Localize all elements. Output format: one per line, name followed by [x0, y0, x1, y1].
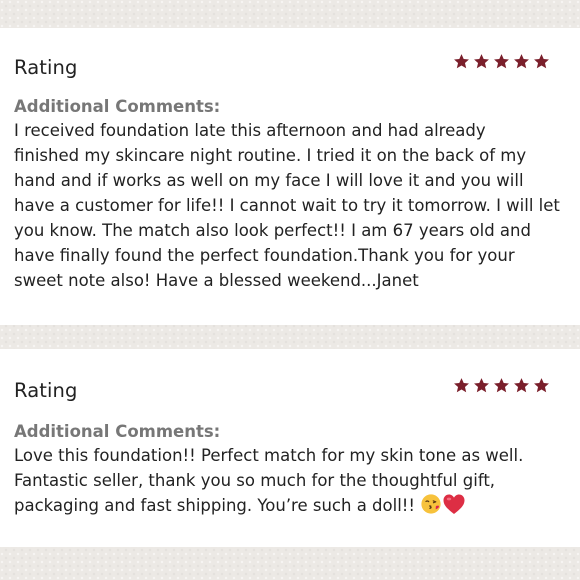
star-icon: [494, 54, 509, 69]
star-rating: [453, 53, 550, 70]
star-icon: [534, 378, 549, 393]
review-header: Rating: [14, 349, 566, 402]
star-icon: [474, 54, 489, 69]
review-header: Rating: [14, 28, 566, 79]
comments-text: I received foundation late this afternoo…: [14, 121, 560, 290]
comments-heading: Additional Comments:: [14, 422, 221, 441]
face-blowing-kiss-icon: [421, 494, 441, 514]
star-icon: [454, 378, 469, 393]
review-card: Rating Additional Comments: I received f…: [0, 28, 580, 325]
comments-block: Additional Comments: Love this foundatio…: [14, 421, 570, 518]
star-icon: [514, 54, 529, 69]
star-icon: [514, 378, 529, 393]
rating-label: Rating: [14, 56, 78, 79]
rating-label: Rating: [14, 379, 78, 402]
star-icon: [474, 378, 489, 393]
star-rating: [453, 377, 550, 394]
star-icon: [494, 378, 509, 393]
comments-text: Love this foundation!! Perfect match for…: [14, 443, 570, 518]
comments-block: Additional Comments: I received foundati…: [14, 96, 570, 293]
review-card: Rating Additional Comments: Love this fo…: [0, 349, 580, 547]
comments-heading: Additional Comments:: [14, 97, 221, 116]
red-heart-icon: [443, 494, 465, 514]
star-icon: [454, 54, 469, 69]
star-icon: [534, 54, 549, 69]
